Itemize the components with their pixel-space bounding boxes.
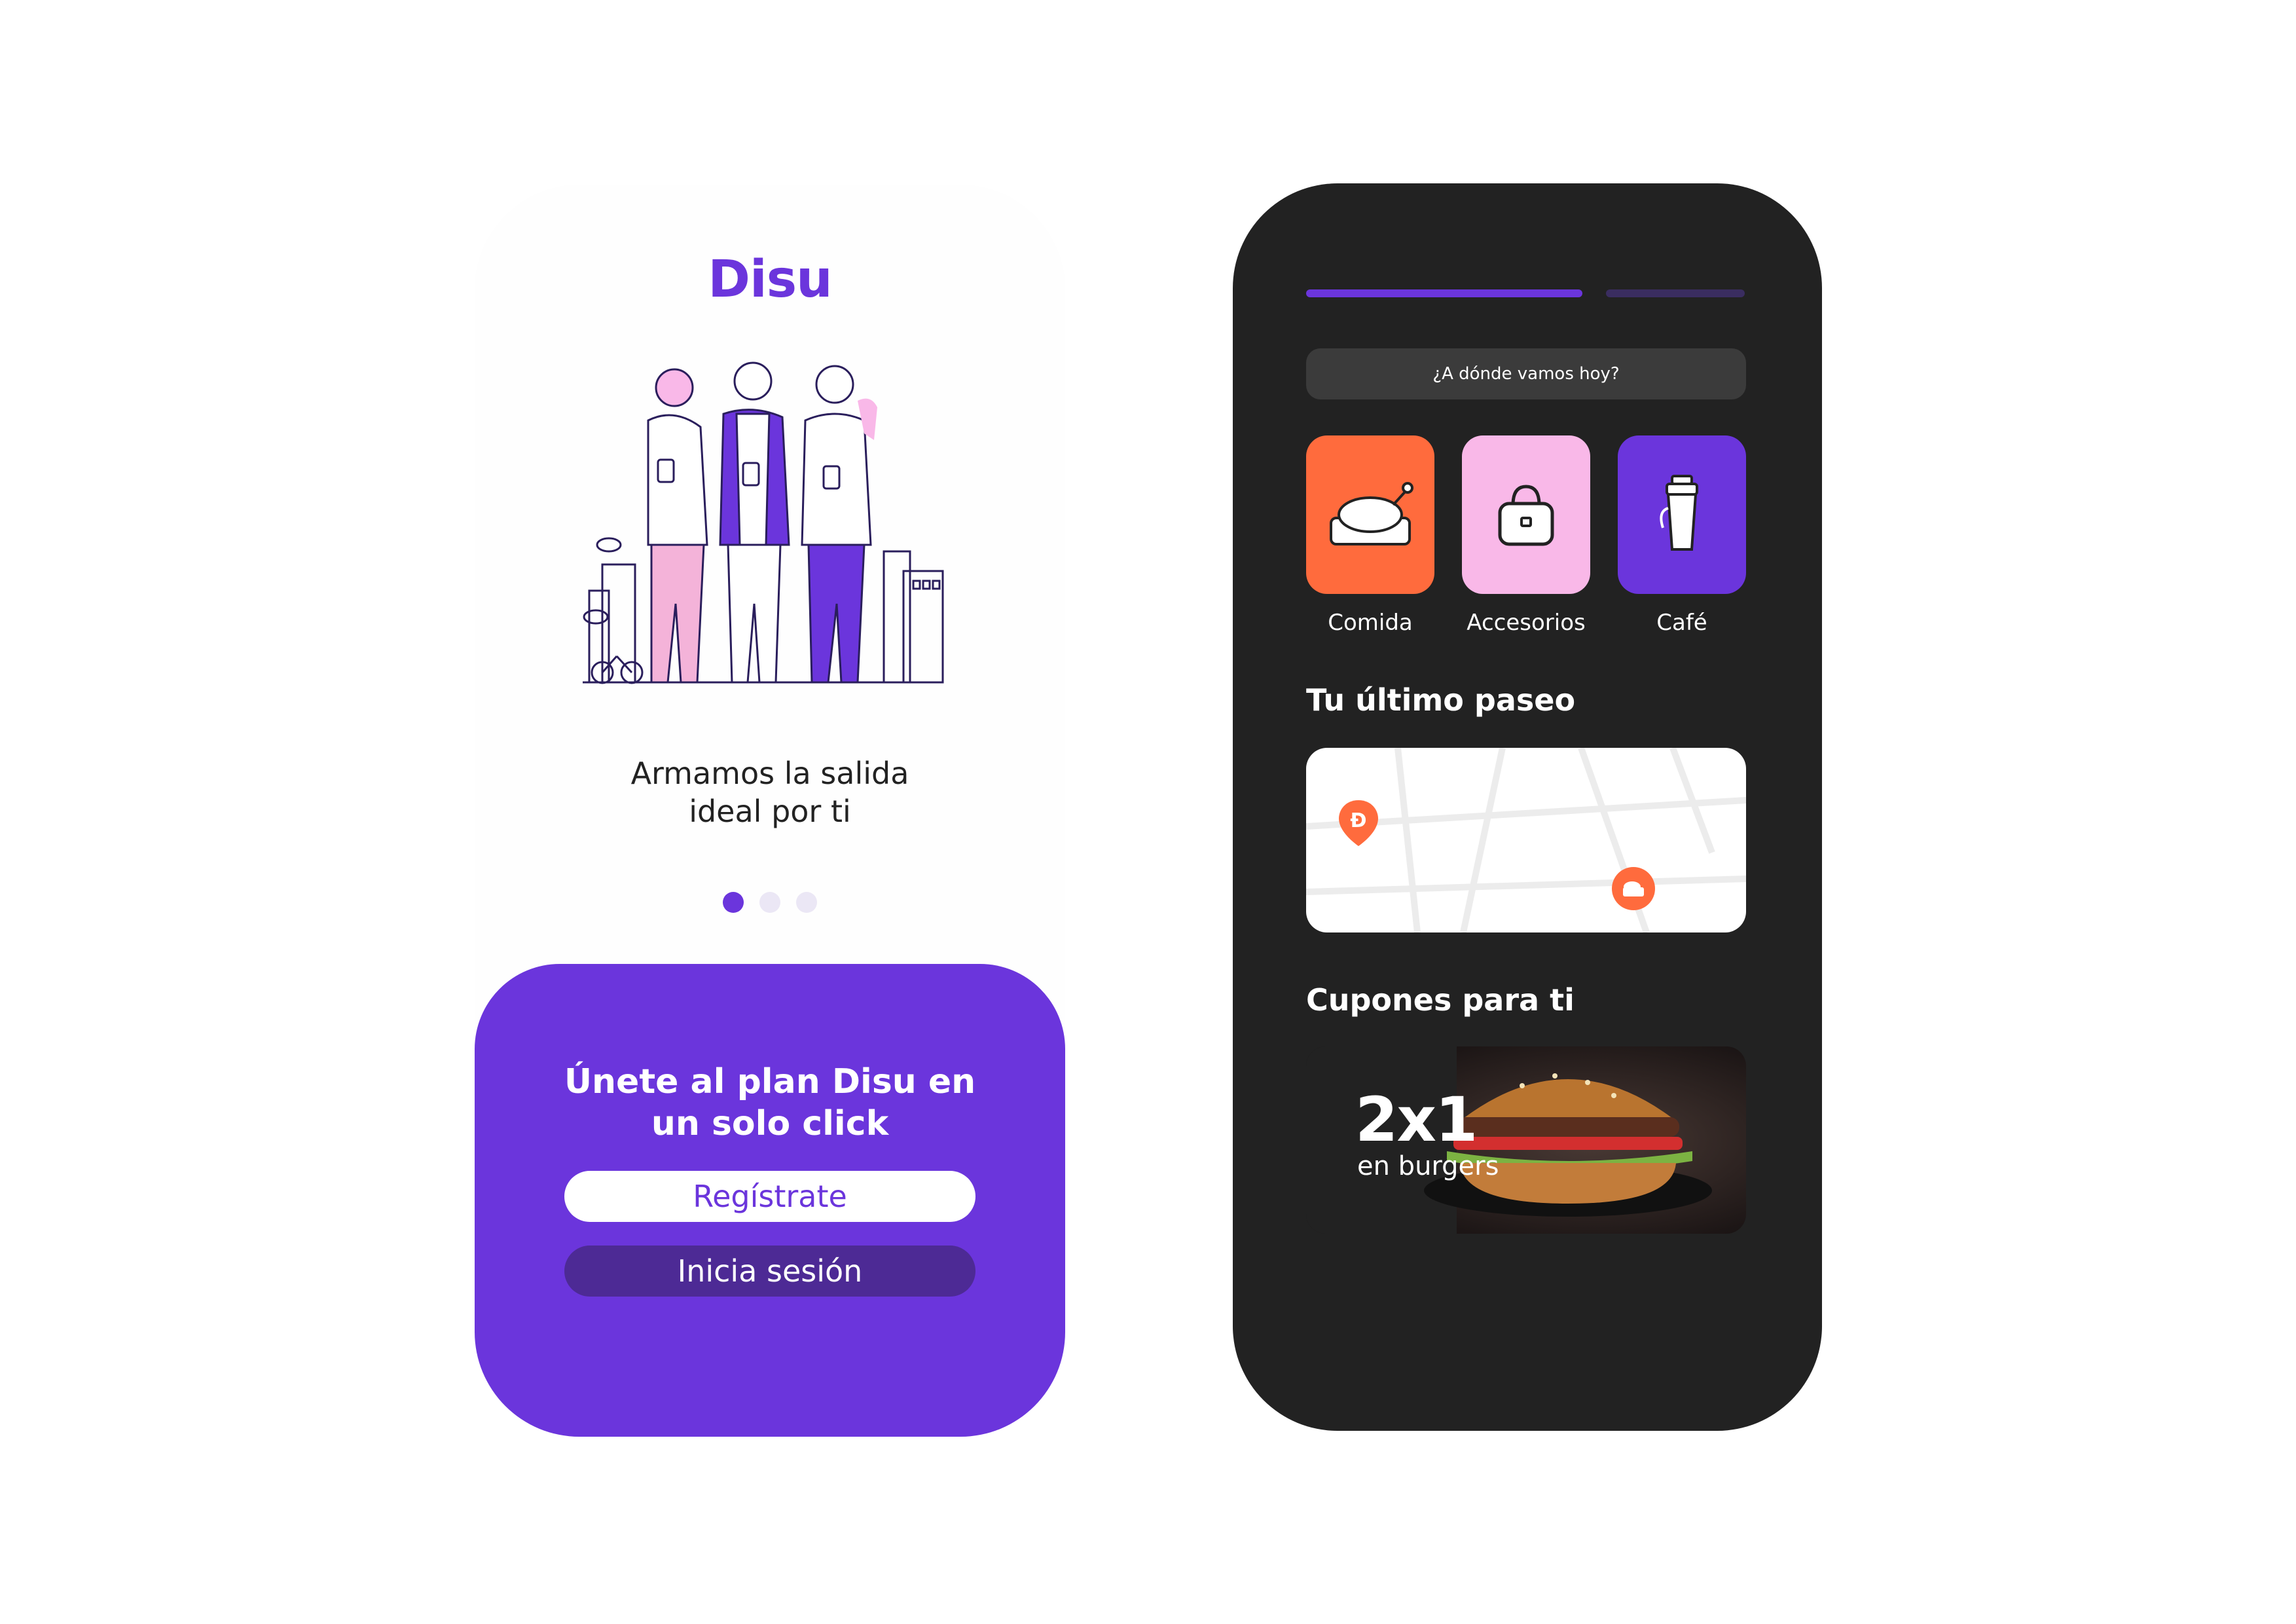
coupon-card[interactable]: 2x1 en burgers — [1306, 1046, 1746, 1234]
carousel-dots — [475, 892, 1065, 913]
app-logo: Disu — [708, 250, 832, 309]
carousel-dot-2[interactable] — [759, 892, 780, 913]
onboarding-screen: Disu Armamos la salida ideal por ti Únet… — [475, 185, 1065, 1437]
story-progress-active — [1306, 289, 1582, 297]
register-button[interactable]: Regístrate — [564, 1171, 975, 1222]
origin-pin-icon: Đ — [1339, 800, 1378, 846]
category-comida[interactable]: Comida — [1306, 435, 1434, 636]
coupons-title: Cupones para ti — [1306, 982, 1575, 1018]
coupon-headline: 2x1 — [1355, 1084, 1478, 1156]
category-cafe[interactable]: Café — [1618, 435, 1746, 636]
last-trip-title: Tu último paseo — [1306, 682, 1576, 718]
signup-panel: Únete al plan Disu en un solo click Regí… — [475, 964, 1065, 1437]
friends-walking-illustration — [583, 361, 944, 684]
search-input[interactable]: ¿A dónde vamos hoy? — [1306, 348, 1746, 399]
last-trip-map[interactable]: Đ — [1306, 748, 1746, 932]
chicken-dish-icon — [1306, 435, 1434, 594]
category-label: Accesorios — [1467, 610, 1586, 636]
home-screen: ¿A dónde vamos hoy? Comida Accesorios Ca… — [1233, 183, 1822, 1431]
coupon-subline: en burgers — [1357, 1151, 1499, 1181]
destination-food-icon — [1612, 867, 1655, 910]
category-accesorios[interactable]: Accesorios — [1462, 435, 1590, 636]
story-progress-inactive — [1606, 289, 1745, 297]
coffee-cup-icon — [1618, 435, 1746, 594]
handbag-icon — [1462, 435, 1590, 594]
category-label: Comida — [1328, 610, 1413, 636]
category-label: Café — [1656, 610, 1707, 636]
carousel-dot-3[interactable] — [796, 892, 817, 913]
login-button[interactable]: Inicia sesión — [564, 1246, 975, 1297]
svg-text:Đ: Đ — [1350, 809, 1366, 832]
onboarding-tagline: Armamos la salida ideal por ti — [630, 756, 909, 829]
signup-title: Únete al plan Disu en un solo click — [564, 1062, 976, 1143]
carousel-dot-1[interactable] — [723, 892, 744, 913]
